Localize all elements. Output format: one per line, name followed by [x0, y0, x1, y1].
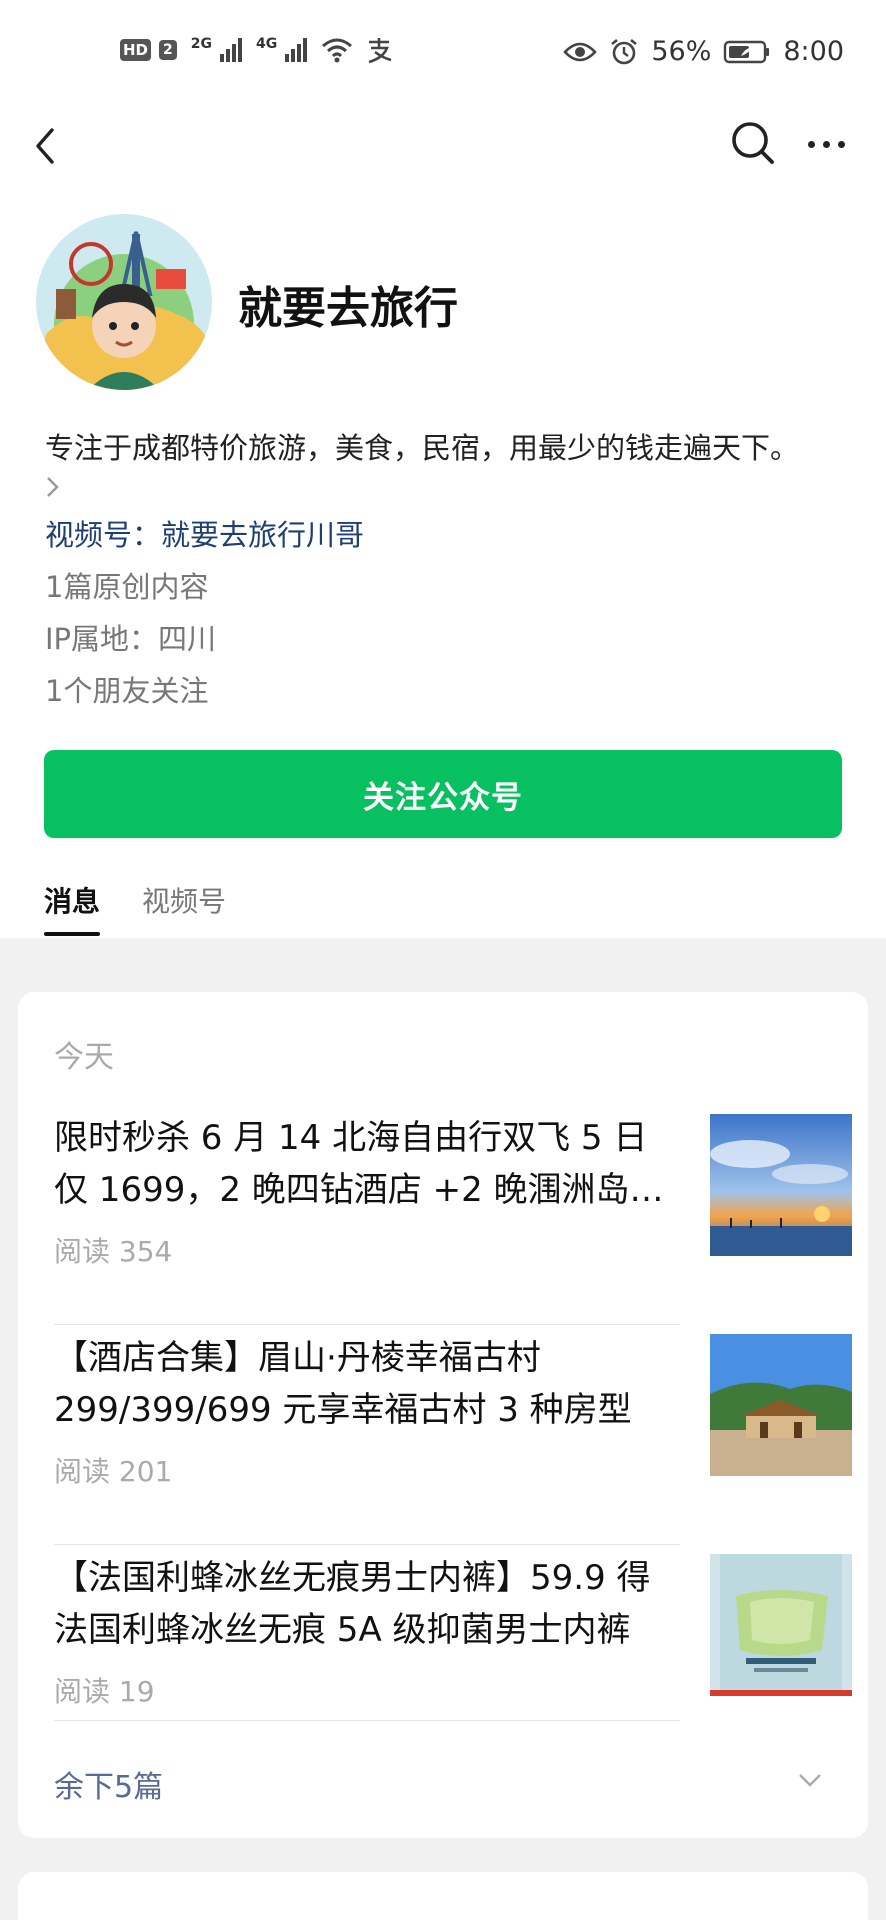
- hd-icon: HD: [120, 39, 152, 61]
- channel-name[interactable]: 就要去旅行川哥: [161, 518, 364, 552]
- divider: [54, 1324, 680, 1325]
- article-reads: 阅读 19: [54, 1675, 155, 1708]
- article-title[interactable]: 限时秒杀 6 月 14 北海自由行双飞 5 日仅 1699，2 晚四钻酒店 +2…: [54, 1112, 664, 1216]
- more-icon[interactable]: [796, 124, 856, 164]
- date-label: 今天: [54, 1040, 114, 1075]
- search-icon[interactable]: [726, 116, 782, 172]
- sim-indicator: 2: [159, 40, 177, 60]
- article-item[interactable]: 限时秒杀 6 月 14 北海自由行双飞 5 日仅 1699，2 晚四钻酒店 +2…: [54, 1112, 852, 1302]
- tab-messages[interactable]: 消息: [44, 880, 101, 936]
- back-icon[interactable]: [28, 116, 78, 176]
- original-content-count[interactable]: 1篇原创内容: [45, 564, 208, 606]
- channel-label: 视频号：: [45, 518, 162, 552]
- avatar-illustration: [36, 214, 212, 390]
- account-bio[interactable]: 专注于成都特价旅游，美食，民宿，用最少的钱走遍天下。: [45, 425, 799, 467]
- article-title[interactable]: 【酒店合集】眉山·丹棱幸福古村 299/399/699 元享幸福古村 3 种房型: [54, 1332, 664, 1436]
- wifi-icon: [322, 38, 353, 63]
- battery-icon: [724, 40, 770, 63]
- tab-bar: 消息 视频号: [44, 880, 226, 936]
- remaining-articles-link[interactable]: 余下5篇: [54, 1762, 163, 1806]
- article-reads: 阅读 201: [54, 1455, 173, 1488]
- status-right: 56% 8:00: [563, 36, 844, 67]
- message-card: [18, 1872, 868, 1920]
- network-4g-label: 4G: [256, 36, 278, 52]
- message-card: 今天 限时秒杀 6 月 14 北海自由行双飞 5 日仅 1699，2 晚四钻酒店…: [18, 992, 868, 1838]
- alipay-icon: [368, 38, 392, 64]
- signal-icon: [220, 38, 242, 62]
- friends-following[interactable]: 1个朋友关注: [45, 668, 208, 710]
- signal-icon: [285, 38, 308, 62]
- network-2g-label: 2G: [190, 36, 212, 52]
- chevron-right-icon[interactable]: [42, 472, 64, 502]
- nav-bar: [0, 110, 886, 180]
- avatar[interactable]: [36, 214, 212, 390]
- article-item[interactable]: 【法国利蜂冰丝无痕男士内裤】59.9 得法国利蜂冰丝无痕 5A 级抑菌男士内裤 …: [54, 1552, 852, 1742]
- channel-link[interactable]: 视频号：就要去旅行川哥: [45, 512, 364, 554]
- status-left: HD 2 2G 4G: [120, 36, 393, 64]
- article-title[interactable]: 【法国利蜂冰丝无痕男士内裤】59.9 得法国利蜂冰丝无痕 5A 级抑菌男士内裤: [54, 1552, 664, 1656]
- article-reads: 阅读 354: [54, 1235, 173, 1268]
- tab-channels[interactable]: 视频号: [142, 880, 226, 936]
- article-thumbnail[interactable]: [710, 1334, 852, 1476]
- clock: 8:00: [783, 36, 844, 67]
- chevron-down-icon[interactable]: [796, 1770, 824, 1790]
- status-bar: HD 2 2G 4G 56% 8:00: [0, 0, 886, 110]
- article-thumbnail[interactable]: [710, 1114, 852, 1256]
- article-item[interactable]: 【酒店合集】眉山·丹棱幸福古村 299/399/699 元享幸福古村 3 种房型…: [54, 1332, 852, 1522]
- account-name: 就要去旅行: [238, 283, 458, 334]
- alarm-icon: [611, 38, 638, 64]
- ip-location: IP属地：四川: [45, 622, 217, 656]
- article-thumbnail[interactable]: [710, 1554, 852, 1696]
- eye-icon: [563, 42, 598, 61]
- follow-button[interactable]: 关注公众号: [44, 750, 842, 838]
- divider: [54, 1720, 680, 1721]
- divider: [54, 1544, 680, 1545]
- battery-percent: 56%: [651, 36, 712, 67]
